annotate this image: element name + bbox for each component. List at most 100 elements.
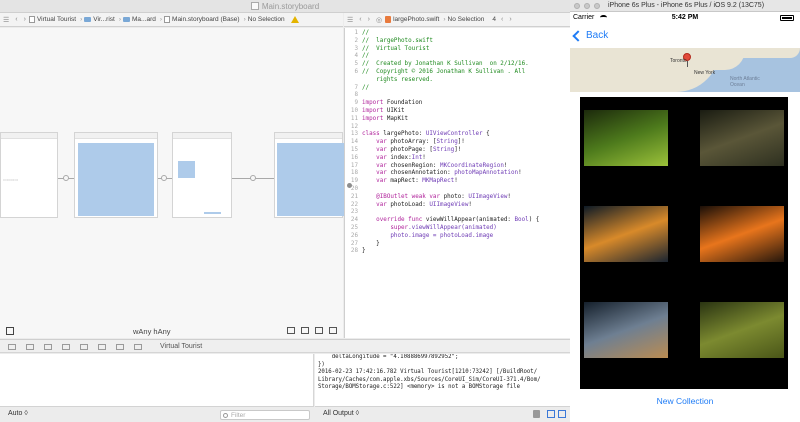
- code-line[interactable]: 26 photo.image = photoLoad.image: [345, 233, 571, 241]
- code-line[interactable]: 25 super.viewWillAppear(animated): [345, 225, 571, 233]
- related-items-icon[interactable]: ☰: [347, 16, 353, 24]
- segue-icon[interactable]: [161, 175, 167, 181]
- photo-collection-view[interactable]: [580, 97, 788, 389]
- breadcrumb-storyboard[interactable]: Ma...ard: [123, 16, 156, 23]
- code-line[interactable]: 11 import MapKit: [345, 116, 571, 124]
- console-output[interactable]: deltaLongitude = "4.108886997892952"; })…: [315, 354, 570, 406]
- debug-target[interactable]: Virtual Tourist: [160, 343, 202, 350]
- document-outline-toggle-icon[interactable]: [6, 327, 14, 335]
- breakpoints-icon[interactable]: [26, 344, 34, 350]
- code-line[interactable]: 1 //: [345, 30, 571, 38]
- code-line[interactable]: 17 var chosenRegion: MKCoordinateRegion!: [345, 163, 571, 171]
- scene-photo-album-controller[interactable]: [172, 132, 232, 218]
- dragonfly-photo[interactable]: [700, 302, 784, 358]
- pin-icon[interactable]: [315, 327, 323, 334]
- code-line[interactable]: 5 // Created by Jonathan K Sullivan on 2/…: [345, 61, 571, 69]
- auto-selector[interactable]: Auto ◊: [8, 410, 28, 417]
- warning-icon[interactable]: [290, 16, 299, 23]
- code-line[interactable]: 2 // largePhoto.swift: [345, 38, 571, 46]
- code-line[interactable]: 20: [345, 186, 571, 194]
- code-line[interactable]: 12: [345, 124, 571, 132]
- back-arrow-icon[interactable]: ‹: [501, 16, 503, 23]
- line-number: 18: [350, 170, 358, 177]
- pause-icon[interactable]: [44, 344, 52, 350]
- storyboard-canvas[interactable]: ▭▭▭▭: [0, 28, 344, 338]
- align-icon[interactable]: [301, 327, 309, 334]
- close-button[interactable]: [574, 3, 580, 9]
- code-line[interactable]: 27 }: [345, 241, 571, 249]
- scene-large-photo-controller[interactable]: [274, 132, 344, 218]
- sunset-city-photo[interactable]: [584, 206, 668, 262]
- trash-icon[interactable]: [533, 410, 540, 418]
- variables-pane-toggle-icon[interactable]: [547, 410, 555, 418]
- zoom-button[interactable]: [594, 3, 600, 9]
- scene-navigation-controller[interactable]: ▭▭▭▭: [0, 132, 58, 218]
- green-snake-photo[interactable]: [584, 110, 668, 166]
- code-line[interactable]: 10 import UIKit: [345, 108, 571, 116]
- code-line[interactable]: 18 var chosenAnnotation: photoMapAnnotat…: [345, 170, 571, 178]
- code-line[interactable]: rights reserved.: [345, 77, 571, 85]
- breadcrumb-project[interactable]: Virtual Tourist: [28, 16, 76, 23]
- alligator-photo[interactable]: [700, 110, 784, 166]
- segue-icon[interactable]: [250, 175, 256, 181]
- code-editor[interactable]: 1 // 2 // largePhoto.swift 3 // Virtual Touri…: [344, 28, 570, 338]
- bridge-photo[interactable]: [584, 302, 668, 358]
- counterpart-count[interactable]: 4: [492, 16, 496, 23]
- line-number: 5: [354, 61, 358, 68]
- back-arrow-icon[interactable]: ‹: [359, 16, 361, 23]
- scene-map-view-controller[interactable]: [74, 132, 158, 218]
- breadcrumb-swift-file[interactable]: largePhoto.swift: [385, 16, 439, 23]
- code-line[interactable]: 3 // Virtual Tourist: [345, 46, 571, 54]
- filter-input[interactable]: Filter: [220, 410, 310, 420]
- size-class-selector[interactable]: wAny hAny: [133, 327, 171, 336]
- code-line[interactable]: 15 var photoPage: [String]!: [345, 147, 571, 155]
- code-line[interactable]: 8: [345, 92, 571, 100]
- code-token: largePhoto:: [379, 131, 426, 138]
- minimize-button[interactable]: [584, 3, 590, 9]
- step-in-icon[interactable]: [80, 344, 88, 350]
- forward-arrow-icon[interactable]: ›: [368, 16, 370, 23]
- back-arrow-icon[interactable]: ‹: [15, 16, 17, 23]
- breadcrumb-selection[interactable]: No Selection: [248, 16, 285, 23]
- hide-debug-icon[interactable]: [8, 344, 16, 350]
- code-line[interactable]: 22 var photoLoad: UIImageView!: [345, 202, 571, 210]
- code-line[interactable]: 4 //: [345, 53, 571, 61]
- code-token: !: [507, 193, 511, 200]
- stack-icon[interactable]: [287, 327, 295, 334]
- code-line[interactable]: 24 override func viewWillAppear(animated…: [345, 217, 571, 225]
- variables-view[interactable]: [0, 354, 314, 406]
- resolve-icon[interactable]: [329, 327, 337, 334]
- code-line[interactable]: 9 import Foundation: [345, 100, 571, 108]
- code-token: MKCoordinateRegion: [440, 162, 504, 169]
- code-line[interactable]: 23: [345, 209, 571, 217]
- segue-icon[interactable]: [63, 175, 69, 181]
- related-items-icon[interactable]: ☰: [3, 16, 9, 24]
- step-over-icon[interactable]: [62, 344, 70, 350]
- step-out-icon[interactable]: [98, 344, 106, 350]
- code-line[interactable]: 7 //: [345, 85, 571, 93]
- view-hierarchy-icon[interactable]: [116, 344, 124, 350]
- map-view[interactable]: Toronto New York North Atlantic Ocean: [570, 48, 800, 92]
- breadcrumb-file[interactable]: Main.storyboard (Base): [164, 16, 240, 23]
- console-pane-toggle-icon[interactable]: [558, 410, 566, 418]
- code-line[interactable]: 19 var mapRect: MKMapRect!: [345, 178, 571, 186]
- code-line[interactable]: 21 @IBOutlet weak var photo: UIImageView…: [345, 194, 571, 202]
- code-line[interactable]: 28}: [345, 248, 571, 256]
- breadcrumb-group[interactable]: Vir...rist: [84, 16, 115, 23]
- sunset-horizon-photo[interactable]: [700, 206, 784, 262]
- code-line[interactable]: 14 var photoArray: [String]!: [345, 139, 571, 147]
- assistant-icon[interactable]: ◎: [376, 16, 382, 24]
- code-line[interactable]: 13 class largePhoto: UIViewController {: [345, 131, 571, 139]
- forward-arrow-icon[interactable]: ›: [24, 16, 26, 23]
- breadcrumb-code-selection[interactable]: No Selection: [448, 16, 485, 23]
- simulator-title-bar: iPhone 6s Plus - iPhone 6s Plus / iOS 9.…: [570, 0, 800, 12]
- code-line[interactable]: 16 var index:Int!: [345, 155, 571, 163]
- output-selector[interactable]: All Output ◊: [323, 410, 359, 417]
- outlet-connected-icon[interactable]: [347, 183, 352, 188]
- code-line[interactable]: 6 // Copyright © 2016 Jonathan K Sullivan…: [345, 69, 571, 77]
- back-button[interactable]: Back: [572, 29, 608, 42]
- forward-arrow-icon[interactable]: ›: [509, 16, 511, 23]
- line-number: 22: [350, 201, 358, 208]
- new-collection-button[interactable]: New Collection: [570, 396, 800, 406]
- location-icon[interactable]: [134, 344, 142, 350]
